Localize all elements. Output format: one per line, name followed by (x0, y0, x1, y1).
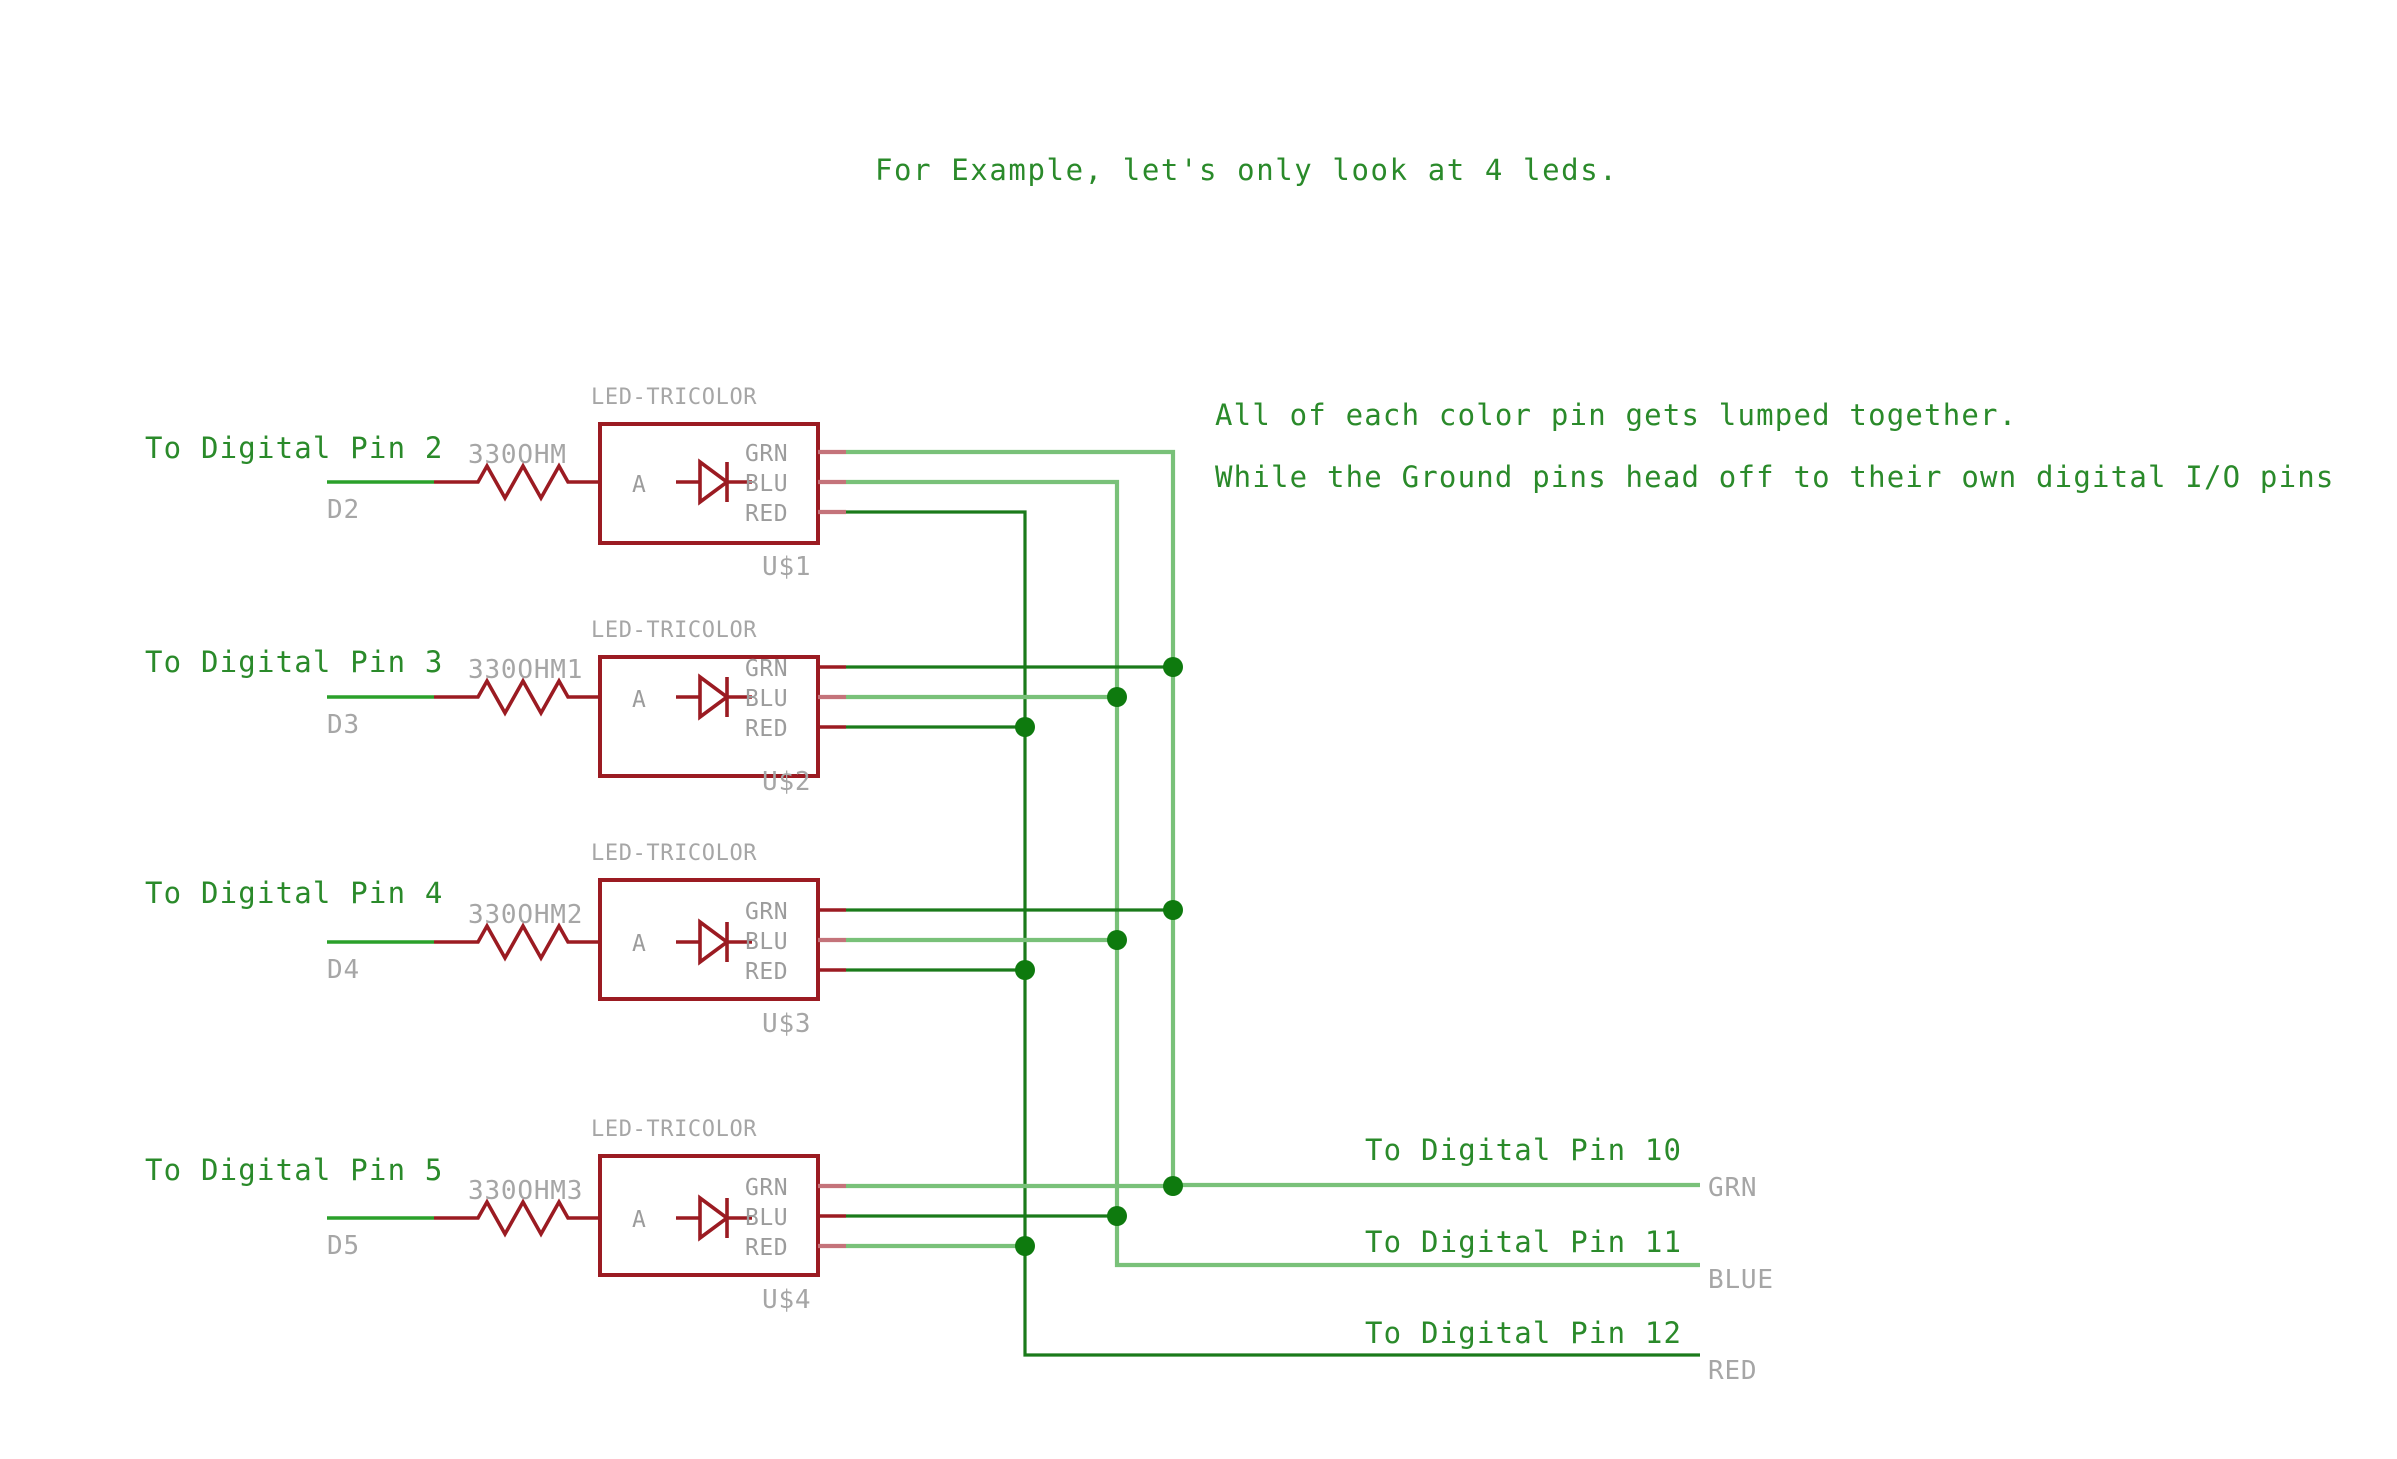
pin-label-red-4: RED (745, 1235, 788, 1261)
schematic-canvas: For Example, let's only look at 4 leds. … (0, 0, 2397, 1459)
junction-dot (1015, 1236, 1035, 1256)
annotation-line-2: While the Ground pins head off to their … (1215, 460, 2335, 494)
pin-label-blu-2: BLU (745, 686, 788, 712)
pin-label-blu-3: BLU (745, 929, 788, 955)
pin-label-red-2: RED (745, 716, 788, 742)
output-label-green: To Digital Pin 10 (1365, 1133, 1682, 1167)
designator-4: U$4 (762, 1285, 811, 1315)
pin-label-blu-4: BLU (745, 1205, 788, 1231)
input-label-2: To Digital Pin 3 (145, 645, 444, 679)
anode-label-2: A (632, 687, 646, 713)
anode-label-1: A (632, 472, 646, 498)
annotation-line-1: All of each color pin gets lumped togeth… (1215, 398, 2017, 432)
part-label-2: LED-TRICOLOR (591, 618, 757, 643)
pin-label-blu-1: BLU (745, 471, 788, 497)
resistor-label-1: 330OHM (468, 440, 567, 470)
part-label-1: LED-TRICOLOR (591, 385, 757, 410)
junction-dot (1163, 657, 1183, 677)
input-label-4: To Digital Pin 5 (145, 1153, 444, 1187)
junction-dot (1107, 1206, 1127, 1226)
junction-dot (1015, 717, 1035, 737)
net-label-2: D3 (327, 710, 360, 740)
input-label-1: To Digital Pin 2 (145, 431, 444, 465)
output-net-red: RED (1708, 1356, 1757, 1386)
diagram-title: For Example, let's only look at 4 leds. (875, 153, 1618, 187)
designator-1: U$1 (762, 552, 811, 582)
designator-2: U$2 (762, 767, 811, 797)
net-label-1: D2 (327, 495, 360, 525)
net-label-3: D4 (327, 955, 360, 985)
designator-3: U$3 (762, 1009, 811, 1039)
junction-dot (1163, 900, 1183, 920)
pin-label-grn-3: GRN (745, 899, 788, 925)
output-net-green: GRN (1708, 1173, 1757, 1203)
pin-label-red-1: RED (745, 501, 788, 527)
net-label-4: D5 (327, 1231, 360, 1261)
anode-label-3: A (632, 931, 646, 957)
junction-dot (1107, 687, 1127, 707)
part-label-3: LED-TRICOLOR (591, 841, 757, 866)
output-label-blue: To Digital Pin 11 (1365, 1225, 1682, 1259)
pin-label-red-3: RED (745, 959, 788, 985)
junction-dot (1107, 930, 1127, 950)
part-label-4: LED-TRICOLOR (591, 1117, 757, 1142)
anode-label-4: A (632, 1207, 646, 1233)
input-label-3: To Digital Pin 4 (145, 876, 444, 910)
pin-label-grn-4: GRN (745, 1175, 788, 1201)
output-label-red: To Digital Pin 12 (1365, 1316, 1682, 1350)
output-net-blue: BLUE (1708, 1265, 1774, 1295)
pin-label-grn-1: GRN (745, 441, 788, 467)
junction-dot (1015, 960, 1035, 980)
pin-label-grn-2: GRN (745, 656, 788, 682)
junction-dot (1163, 1176, 1183, 1196)
